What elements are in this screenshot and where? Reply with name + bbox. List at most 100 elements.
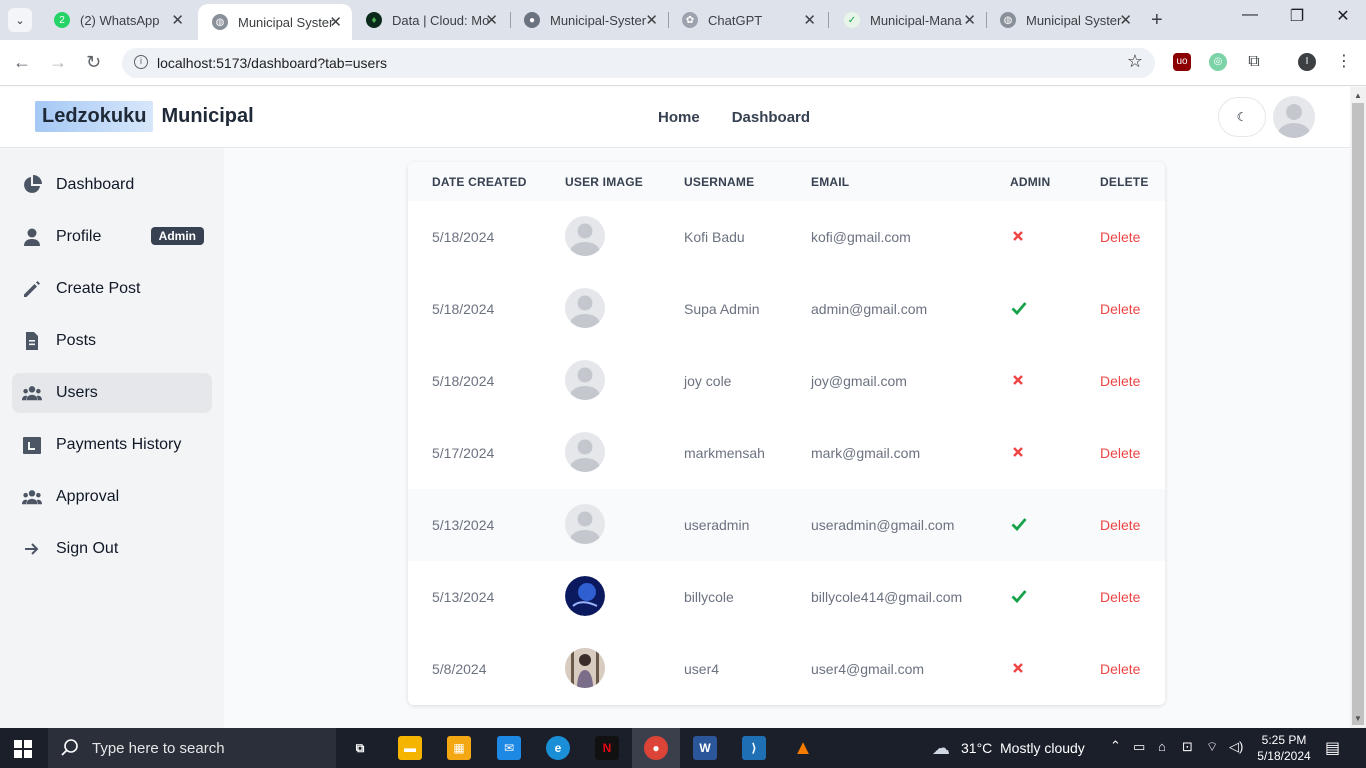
weather-cloud-icon: ☁ (932, 737, 950, 758)
wifi-icon[interactable]: ⌔ (1206, 739, 1218, 755)
network-icon[interactable]: ⌂ (1158, 739, 1166, 754)
close-window-icon[interactable]: ✕ (1329, 6, 1357, 26)
battery-icon[interactable]: ▭ (1133, 739, 1145, 755)
restore-icon[interactable]: ❐ (1283, 6, 1311, 26)
page-scrollbar[interactable]: ▲ ▼ (1350, 87, 1366, 728)
sidebar-item-profile[interactable]: Profile Admin (12, 217, 212, 257)
reload-icon[interactable]: ↻ (86, 52, 101, 73)
task-view-icon[interactable]: ⧉ (348, 736, 372, 760)
browser-tab[interactable]: 2 (2) WhatsApp ✕ (40, 0, 194, 40)
tab-title: (2) WhatsApp (80, 12, 160, 28)
minimize-icon[interactable]: — (1236, 6, 1264, 24)
browser-tab-active[interactable]: ◍ Municipal Syster ✕ (198, 4, 352, 40)
ublock-icon[interactable]: uo (1173, 53, 1191, 71)
sidebar-item-label: Approval (56, 488, 120, 505)
sidebar-item-users[interactable]: Users (12, 373, 212, 413)
delete-user-button[interactable]: Delete (1100, 661, 1140, 677)
document-icon (22, 331, 42, 351)
bookmark-star-icon[interactable]: ☆ (1127, 51, 1143, 72)
browser-tab[interactable]: ✿ ChatGPT ✕ (668, 0, 826, 40)
cell-date-created: 5/8/2024 (432, 661, 487, 677)
tab-search-button[interactable]: ⌄ (8, 8, 32, 32)
sidebar-item-posts[interactable]: Posts (12, 321, 212, 361)
globe-icon: ◍ (212, 14, 228, 30)
nav-dashboard-link[interactable]: Dashboard (732, 109, 810, 126)
delete-user-button[interactable]: Delete (1100, 517, 1140, 533)
back-arrow-icon[interactable]: ← (13, 52, 31, 73)
extension-circle-icon[interactable]: ◎ (1209, 53, 1227, 71)
user-avatar-image (565, 216, 605, 256)
theme-toggle-button[interactable]: ☾ (1218, 97, 1266, 137)
browser-tab[interactable]: ● Municipal-Syster ✕ (510, 0, 668, 40)
vscode-icon[interactable]: ⟩ (742, 736, 766, 760)
more-menu-icon[interactable]: ⋮ (1335, 53, 1353, 71)
browser-tab[interactable]: ◍ Municipal Syster ✕ (986, 0, 1142, 40)
site-info-icon[interactable]: i (134, 55, 148, 69)
sidebar-item-create-post[interactable]: Create Post (12, 269, 212, 309)
camera-icon[interactable]: ⊡ (1182, 739, 1193, 755)
user-avatar[interactable] (1273, 96, 1315, 138)
close-icon[interactable]: ✕ (803, 11, 816, 29)
windows-start-icon[interactable] (14, 740, 32, 758)
chevron-up-icon[interactable]: ⌃ (1110, 738, 1121, 754)
cell-email: user4@gmail.com (811, 661, 925, 677)
vlc-icon[interactable]: ▲ (791, 736, 815, 760)
cell-email: joy@gmail.com (811, 373, 907, 389)
close-icon[interactable]: ✕ (1119, 11, 1132, 29)
browser-tab[interactable]: ♦ Data | Cloud: Mo ✕ (352, 0, 508, 40)
address-bar[interactable]: i localhost:5173/dashboard?tab=users ☆ (122, 48, 1155, 78)
weather-temperature[interactable]: 31°C (961, 740, 992, 756)
calendar-icon (22, 435, 42, 455)
notifications-icon[interactable]: ▤ (1325, 738, 1340, 758)
x-mark-icon (1011, 229, 1025, 243)
scroll-down-icon[interactable]: ▼ (1354, 714, 1362, 723)
delete-user-button[interactable]: Delete (1100, 373, 1140, 389)
logo-highlight: Ledzokuku (35, 100, 154, 132)
tab-title: Municipal-Syster (550, 12, 647, 28)
url-text[interactable]: localhost:5173/dashboard?tab=users (157, 55, 387, 71)
file-explorer-icon[interactable]: ▬ (398, 736, 422, 760)
close-icon[interactable]: ✕ (171, 11, 184, 29)
close-icon[interactable]: ✕ (485, 11, 498, 29)
clock-time: 5:25 PM (1261, 733, 1307, 747)
delete-user-button[interactable]: Delete (1100, 229, 1140, 245)
chrome-icon[interactable]: ● (644, 736, 668, 760)
cell-date-created: 5/17/2024 (432, 445, 495, 461)
user-avatar-image (565, 648, 605, 688)
profile-avatar[interactable]: I (1298, 53, 1316, 71)
sidebar-item-label: Profile (56, 228, 102, 245)
extensions-puzzle-icon[interactable]: ⧉ (1245, 53, 1263, 71)
cell-email: useradmin@gmail.com (811, 517, 955, 533)
scroll-up-icon[interactable]: ▲ (1354, 91, 1362, 100)
new-tab-button[interactable]: + (1151, 9, 1163, 32)
delete-user-button[interactable]: Delete (1100, 445, 1140, 461)
pie-chart-icon (22, 175, 42, 195)
close-icon[interactable]: ✕ (329, 13, 342, 31)
delete-user-button[interactable]: Delete (1100, 589, 1140, 605)
sidebar-item-approval[interactable]: Approval (12, 477, 212, 517)
cell-username: Supa Admin (684, 301, 760, 317)
volume-icon[interactable]: ◁) (1229, 739, 1243, 755)
site-logo[interactable]: Ledzokuku Municipal (35, 99, 254, 133)
sidebar-item-payments-history[interactable]: Payments History (12, 425, 212, 465)
mail-icon[interactable]: ✉ (497, 736, 521, 760)
microsoft-store-icon[interactable]: ▦ (447, 736, 471, 760)
scrollbar-thumb[interactable] (1352, 103, 1364, 725)
check-icon (1011, 517, 1027, 532)
close-icon[interactable]: ✕ (645, 11, 658, 29)
forward-arrow-icon[interactable]: → (49, 52, 67, 73)
sidebar-item-dashboard[interactable]: Dashboard (12, 165, 212, 205)
browser-tab[interactable]: ✓ Municipal-Mana ✕ (830, 0, 986, 40)
browser-tab-strip: ⌄ 2 (2) WhatsApp ✕ ◍ Municipal Syster ✕ … (0, 0, 1366, 40)
close-icon[interactable]: ✕ (963, 11, 976, 29)
taskbar-search[interactable]: Type here to search (48, 728, 336, 768)
nav-home-link[interactable]: Home (658, 109, 700, 126)
word-icon[interactable]: W (693, 736, 717, 760)
netflix-icon[interactable]: N (595, 736, 619, 760)
edge-icon[interactable]: e (546, 736, 570, 760)
sidebar-item-sign-out[interactable]: Sign Out (12, 529, 212, 569)
weather-description[interactable]: Mostly cloudy (1000, 740, 1085, 756)
system-clock[interactable]: 5:25 PM 5/18/2024 (1252, 732, 1316, 764)
tab-separator (828, 12, 829, 28)
delete-user-button[interactable]: Delete (1100, 301, 1140, 317)
